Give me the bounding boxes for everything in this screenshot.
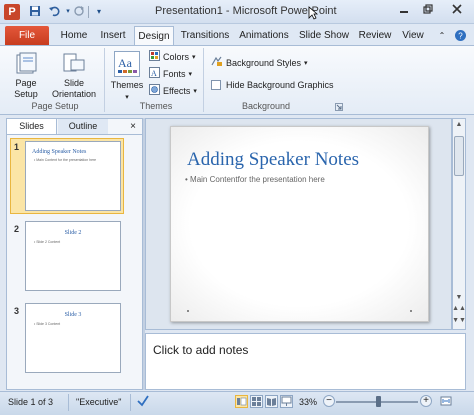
fonts-icon: A — [149, 67, 160, 80]
slide-thumbnail-3[interactable]: Slide 3 • Slide 3 Content — [25, 303, 121, 373]
background-styles-dropdown-icon: ▾ — [304, 59, 308, 67]
tab-insert[interactable]: Insert — [95, 26, 131, 45]
tab-slides[interactable]: Slides — [7, 119, 57, 134]
tab-design[interactable]: Design — [134, 26, 174, 45]
colors-icon — [149, 50, 160, 63]
effects-label: Effects — [163, 85, 191, 96]
colors-button[interactable]: Colors ▾ — [149, 50, 196, 63]
slide-count-status: Slide 1 of 3 — [8, 397, 54, 407]
themes-dropdown-icon: ▾ — [125, 94, 129, 101]
theme-name-status: "Executive" — [76, 397, 122, 407]
thumbnail-number: 3 — [14, 306, 20, 316]
thumbnail-body: • Slide 2 Content — [34, 240, 61, 244]
format-background-launcher-icon[interactable] — [335, 103, 343, 111]
page-setup-icon[interactable] — [14, 51, 38, 77]
help-icon[interactable]: ? — [452, 26, 468, 45]
background-styles-label: Background Styles — [226, 57, 302, 68]
ribbon-collapse-icon[interactable]: ⌃ — [436, 26, 448, 45]
slide-orientation-button[interactable]: Slide Orientation — [44, 78, 104, 100]
fonts-label: Fonts — [163, 68, 186, 79]
thumbnail-title: Slide 3 — [64, 312, 82, 318]
fonts-dropdown-icon: ▾ — [188, 70, 193, 78]
effects-button[interactable]: Effects ▾ — [149, 84, 197, 97]
notes-placeholder[interactable]: Click to add notes — [153, 343, 248, 357]
tab-home[interactable]: Home — [56, 26, 92, 45]
hide-background-graphics-option[interactable]: Hide Background Graphics — [211, 80, 334, 90]
normal-view-button[interactable] — [235, 395, 248, 408]
scroll-up-arrow-icon[interactable]: ▲ — [452, 119, 466, 131]
thumbnail-body: • Main Content for the presentation here — [34, 158, 97, 162]
repeat-icon[interactable] — [72, 5, 86, 19]
effects-icon — [149, 84, 160, 97]
fonts-button[interactable]: A Fonts ▾ — [149, 67, 192, 80]
customize-qat-icon[interactable]: ▾ — [92, 5, 106, 19]
themes-button-label: Themes — [110, 80, 144, 90]
slide-title[interactable]: Adding Speaker Notes — [187, 149, 359, 171]
colors-label: Colors — [163, 51, 190, 62]
slide-sorter-view-button[interactable] — [250, 395, 263, 408]
next-slide-icon[interactable]: ▼▼ — [452, 315, 466, 327]
powerpoint-app-icon[interactable]: P — [4, 4, 20, 20]
restore-button[interactable] — [417, 4, 439, 20]
pane-tab-underline — [7, 134, 142, 135]
thumbnail-body: • Slide 3 Content — [34, 322, 61, 326]
save-icon[interactable] — [28, 5, 42, 19]
thumbnail-number: 2 — [14, 224, 20, 234]
themes-gallery-icon[interactable]: Aa — [114, 51, 140, 77]
hide-background-graphics-label: Hide Background Graphics — [226, 80, 334, 90]
previous-slide-icon[interactable]: ▲▲ — [452, 303, 466, 315]
slide-corner-mark — [410, 310, 412, 312]
close-button[interactable] — [446, 4, 468, 20]
colors-dropdown-icon: ▾ — [192, 53, 196, 61]
notes-pane[interactable] — [145, 333, 466, 390]
page-setup-button[interactable]: Page Setup — [8, 78, 44, 100]
page-setup-group-label: Page Setup — [31, 101, 79, 111]
fit-slide-to-window-icon[interactable] — [439, 394, 453, 410]
background-styles-button[interactable]: Background Styles ▾ — [211, 56, 308, 69]
hide-background-graphics-checkbox[interactable] — [211, 80, 221, 90]
mouse-cursor-icon — [308, 6, 319, 22]
tab-slide-show[interactable]: Slide Show — [296, 26, 352, 45]
reading-view-button[interactable] — [265, 395, 278, 408]
zoom-out-button[interactable]: − — [323, 395, 335, 407]
slide-thumbnail-2[interactable]: Slide 2 • Slide 2 Content — [25, 221, 121, 291]
svg-text:?: ? — [458, 32, 463, 41]
background-group-label: Background — [241, 101, 291, 111]
slide-orientation-icon[interactable] — [62, 51, 86, 77]
status-separator — [68, 394, 69, 411]
tab-view[interactable]: View — [398, 26, 428, 45]
qat-separator — [88, 6, 89, 18]
pane-close-icon[interactable]: × — [126, 119, 140, 134]
undo-icon[interactable] — [47, 5, 61, 19]
themes-group-label: Themes — [139, 101, 173, 111]
thumbnail-title: Slide 2 — [64, 230, 82, 236]
minimize-button[interactable] — [393, 4, 415, 20]
tab-outline[interactable]: Outline — [58, 119, 108, 134]
slide-thumbnail-1[interactable]: Adding Speaker Notes • Main Content for … — [25, 141, 121, 211]
slide-show-view-button[interactable] — [280, 395, 293, 408]
zoom-in-button[interactable]: + — [420, 395, 432, 407]
spelling-check-icon[interactable] — [136, 394, 150, 410]
slide-body-text[interactable]: • Main Contentfor the presentation here — [185, 175, 325, 184]
thumbnail-number: 1 — [14, 142, 20, 152]
status-separator — [130, 394, 131, 411]
group-separator — [104, 48, 105, 112]
group-separator — [203, 48, 204, 112]
background-styles-icon — [211, 56, 223, 69]
effects-dropdown-icon: ▾ — [193, 87, 197, 95]
zoom-level[interactable]: 33% — [299, 397, 317, 407]
zoom-slider-knob[interactable] — [376, 396, 381, 407]
tab-review[interactable]: Review — [355, 26, 395, 45]
scrollbar-thumb[interactable] — [454, 136, 464, 176]
slide-corner-mark — [187, 310, 189, 312]
tab-animations[interactable]: Animations — [236, 26, 292, 45]
tab-file[interactable]: File — [5, 26, 49, 45]
thumbnail-title: Adding Speaker Notes — [32, 149, 87, 155]
tab-transitions[interactable]: Transitions — [177, 26, 233, 45]
svg-text:A: A — [151, 69, 157, 78]
themes-button[interactable]: Themes ▾ — [108, 80, 146, 103]
svg-text:Aa: Aa — [118, 56, 133, 70]
